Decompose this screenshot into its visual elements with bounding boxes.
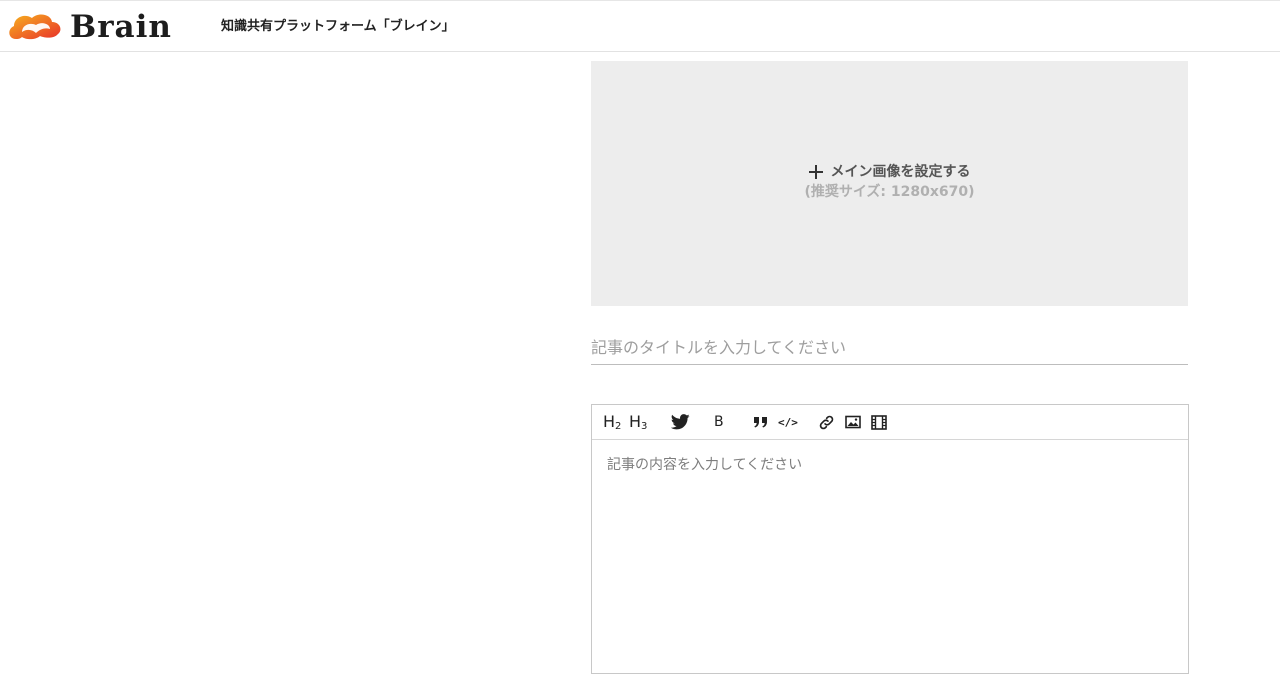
video-icon [871,414,887,430]
h2-icon: H2 [603,412,621,432]
article-editor: H2 H3 B </> [591,404,1189,674]
brain-logo-icon [9,14,61,40]
quote-button[interactable] [753,412,769,432]
code-icon: </> [778,415,798,429]
link-icon [819,415,834,429]
link-button[interactable] [818,412,835,432]
article-title-input[interactable] [591,336,1188,365]
plus-icon [808,165,823,179]
h2-subscript: 2 [615,421,622,432]
main-image-prompt: メイン画像を設定する (推奨サイズ: 1280x670) [591,162,1188,202]
editor-toolbar: H2 H3 B </> [592,405,1188,440]
twitter-icon [671,414,690,430]
h3-subscript: 3 [641,421,648,432]
twitter-embed-button[interactable] [671,412,690,432]
main-image-label: メイン画像を設定する [830,164,971,180]
h3-icon: H3 [629,412,647,432]
video-insert-button[interactable] [871,412,887,432]
brain-logo-text: Brain [70,9,172,45]
h2-letter: H [603,412,616,431]
site-tagline: 知識共有プラットフォーム「ブレイン」 [221,19,455,34]
bold-icon: B [714,414,724,430]
brain-logo[interactable]: Brain [8,11,172,43]
quote-icon [754,417,767,428]
bold-button[interactable]: B [714,412,724,432]
h2-button[interactable]: H2 [603,412,621,432]
h3-letter: H [629,412,642,431]
article-content-input[interactable] [592,441,1188,673]
main-image-label-row: メイン画像を設定する [591,162,1188,182]
image-icon [845,415,861,429]
main-image-size-hint: (推奨サイズ: 1280x670) [804,184,975,200]
app-header: Brain 知識共有プラットフォーム「ブレイン」 [0,0,1280,52]
h3-button[interactable]: H3 [629,412,647,432]
image-insert-button[interactable] [845,412,861,432]
code-button[interactable]: </> [778,412,798,432]
main-image-upload[interactable]: メイン画像を設定する (推奨サイズ: 1280x670) [591,61,1188,306]
